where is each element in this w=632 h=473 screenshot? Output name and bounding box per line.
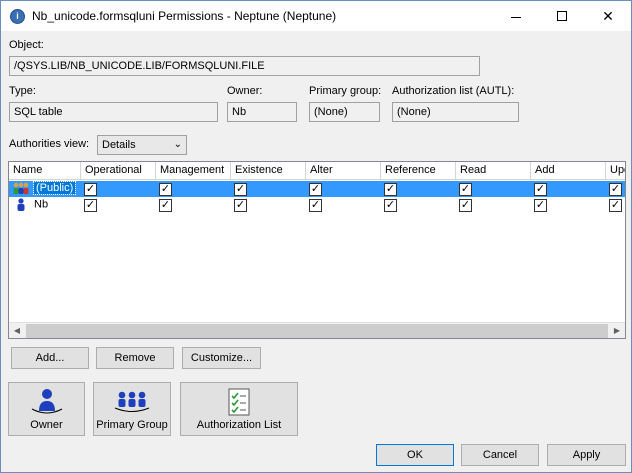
horizontal-scrollbar[interactable]: ◀ ▶ — [9, 322, 625, 338]
group-icon — [114, 391, 150, 412]
column-header-alter[interactable]: Alter — [306, 162, 381, 180]
table-row[interactable]: (Public) ✓ ✓ ✓ ✓ ✓ ✓ ✓ ✓ — [9, 181, 625, 197]
checkbox-existence[interactable]: ✓ — [234, 199, 247, 212]
authorities-view-label: Authorities view: — [9, 138, 90, 150]
user-icon — [17, 198, 25, 211]
minimize-button[interactable] — [493, 1, 539, 31]
primary-group-label: Primary group: — [309, 85, 382, 97]
permissions-window: i Nb_unicode.formsqluni Permissions - Ne… — [0, 0, 632, 473]
group-icon — [13, 182, 29, 194]
checkbox-reference[interactable]: ✓ — [384, 199, 397, 212]
checkbox-existence[interactable]: ✓ — [234, 183, 247, 196]
autl-label: Authorization list (AUTL): — [392, 85, 515, 97]
row-name: Nb — [34, 198, 49, 211]
checkbox-operational[interactable]: ✓ — [84, 199, 97, 212]
checkbox-management[interactable]: ✓ — [159, 199, 172, 212]
primary-group-field[interactable]: (None) — [309, 102, 380, 122]
primary-group-button[interactable]: Primary Group — [93, 382, 171, 436]
column-header-add[interactable]: Add — [531, 162, 606, 180]
checkbox-read[interactable]: ✓ — [459, 183, 472, 196]
title-bar: i Nb_unicode.formsqluni Permissions - Ne… — [1, 1, 631, 31]
close-button[interactable]: ✕ — [585, 1, 631, 31]
scroll-left-icon[interactable]: ◀ — [9, 325, 25, 337]
row-name-cell: Nb — [12, 197, 48, 213]
object-field[interactable]: /QSYS.LIB/NB_UNICODE.LIB/FORMSQLUNI.FILE — [9, 56, 480, 76]
column-header-operational[interactable]: Operational — [81, 162, 156, 180]
table-header: Name Operational Management Existence Al… — [9, 162, 625, 180]
column-header-name[interactable]: Name — [9, 162, 81, 180]
remove-button[interactable]: Remove — [96, 347, 174, 369]
type-field[interactable]: SQL table — [9, 102, 218, 122]
checkbox-alter[interactable]: ✓ — [309, 199, 322, 212]
row-name-cell: (Public) — [12, 181, 77, 197]
object-label: Object: — [9, 39, 44, 51]
primary-group-button-label: Primary Group — [96, 419, 168, 431]
authorities-table[interactable]: Name Operational Management Existence Al… — [8, 161, 626, 339]
window-title: Nb_unicode.formsqluni Permissions - Nept… — [32, 9, 337, 23]
table-row[interactable]: Nb ✓ ✓ ✓ ✓ ✓ ✓ ✓ ✓ — [9, 197, 625, 213]
minimize-icon — [511, 16, 521, 18]
scroll-right-icon[interactable]: ▶ — [609, 325, 625, 337]
checkbox-add[interactable]: ✓ — [534, 183, 547, 196]
app-icon: i — [10, 9, 25, 24]
cancel-button[interactable]: Cancel — [461, 444, 539, 466]
add-button[interactable]: Add... — [11, 347, 89, 369]
owner-field[interactable]: Nb — [227, 102, 297, 122]
chevron-down-icon: ⌄ — [173, 139, 182, 150]
close-icon: ✕ — [602, 8, 614, 24]
owner-label: Owner: — [227, 85, 263, 97]
column-header-update[interactable]: Upd — [606, 162, 625, 180]
customize-button[interactable]: Customize... — [182, 347, 261, 369]
column-header-existence[interactable]: Existence — [231, 162, 306, 180]
checkbox-alter[interactable]: ✓ — [309, 183, 322, 196]
checkbox-add[interactable]: ✓ — [534, 199, 547, 212]
authorities-view-select[interactable]: Details ⌄ — [97, 135, 187, 155]
authorization-list-button[interactable]: Authorization List — [180, 382, 298, 436]
row-name: (Public) — [32, 181, 77, 196]
owner-button[interactable]: Owner — [8, 382, 85, 436]
owner-button-label: Owner — [30, 419, 63, 431]
authorization-list-button-label: Authorization List — [196, 419, 282, 431]
authorities-view-value: Details — [102, 139, 136, 151]
owner-icon — [31, 389, 62, 414]
checkbox-operational[interactable]: ✓ — [84, 183, 97, 196]
column-header-management[interactable]: Management — [156, 162, 231, 180]
checkbox-update[interactable]: ✓ — [609, 183, 622, 196]
maximize-button[interactable] — [539, 1, 585, 31]
column-header-read[interactable]: Read — [456, 162, 531, 180]
checkbox-reference[interactable]: ✓ — [384, 183, 397, 196]
autl-field[interactable]: (None) — [392, 102, 519, 122]
checkbox-update[interactable]: ✓ — [609, 199, 622, 212]
checklist-icon — [228, 388, 250, 416]
ok-button[interactable]: OK — [376, 444, 454, 466]
apply-button[interactable]: Apply — [547, 444, 626, 466]
scrollbar-thumb[interactable] — [26, 324, 608, 338]
column-header-reference[interactable]: Reference — [381, 162, 456, 180]
checkbox-read[interactable]: ✓ — [459, 199, 472, 212]
checkbox-management[interactable]: ✓ — [159, 183, 172, 196]
maximize-icon — [557, 11, 567, 22]
type-label: Type: — [9, 85, 36, 97]
